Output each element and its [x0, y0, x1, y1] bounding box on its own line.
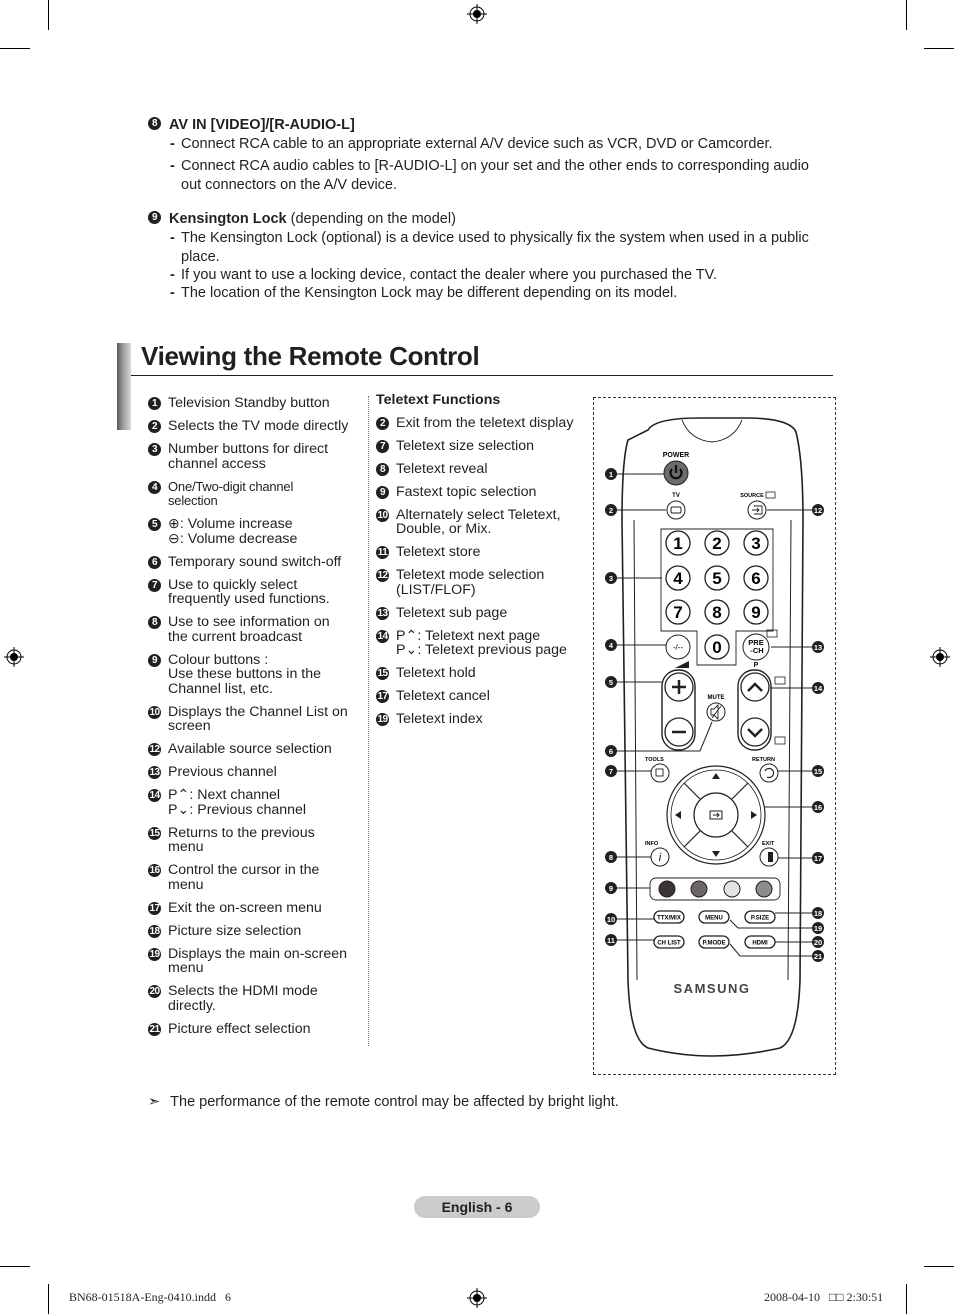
callout-label: 16	[814, 803, 822, 812]
note: ➣ The performance of the remote control …	[148, 1094, 619, 1110]
color-button[interactable]	[723, 880, 741, 898]
tv-button[interactable]	[666, 500, 686, 520]
power-label: POWER	[663, 452, 689, 459]
callout-label: 14	[814, 684, 823, 693]
pmode-label: P.MODE	[703, 941, 726, 947]
callout-label: 12	[814, 506, 822, 515]
source-label: SOURCE	[740, 493, 764, 499]
callout-label: 7	[609, 767, 613, 776]
ttx-label: TTX/MIX	[657, 916, 681, 922]
exit-label: EXIT	[762, 841, 775, 847]
digit-label: 0	[712, 638, 721, 657]
callout-label: 17	[814, 854, 822, 863]
callout-label: 5	[609, 678, 613, 687]
hdmi-label: HDMI	[752, 941, 768, 947]
tv-label: TV	[672, 493, 680, 499]
callout-label: 13	[814, 643, 822, 652]
callout-label: 1	[609, 470, 613, 479]
info-label: INFO	[645, 841, 659, 847]
footer-filename: BN68-01518A-Eng-0410.indd 6	[69, 1290, 231, 1304]
remote-control-illustration: 123456789101112131415161718192021 POWER …	[605, 417, 824, 1057]
digit-label: 1	[673, 534, 682, 553]
psize-label: P.SIZE	[751, 916, 769, 922]
channel-up-button[interactable]	[740, 672, 770, 702]
tools-button[interactable]	[650, 763, 670, 783]
pre-ch-label-2: -CH	[750, 646, 763, 655]
note-text: The performance of the remote control ma…	[170, 1094, 619, 1110]
tools-label: TOOLS	[645, 757, 664, 763]
digit-label: 5	[712, 569, 721, 588]
samsung-logo: SAMSUNG	[674, 981, 751, 996]
callout-label: 6	[609, 747, 613, 756]
callout-label: 8	[609, 853, 613, 862]
callout-label: 15	[814, 767, 822, 776]
digit-label: 7	[673, 603, 682, 622]
color-button[interactable]	[755, 880, 773, 898]
callout-label: 18	[814, 909, 822, 918]
mute-label: MUTE	[708, 695, 725, 701]
callout-label: 20	[814, 938, 822, 947]
channel-label: P	[754, 662, 759, 669]
digit-label: 6	[751, 569, 760, 588]
digit-label: 3	[751, 534, 760, 553]
color-button[interactable]	[690, 880, 708, 898]
callout-label: 10	[607, 915, 615, 924]
callout-label: 9	[609, 884, 613, 893]
page-number-badge: English - 6	[414, 1196, 540, 1218]
menu-label: MENU	[705, 916, 723, 922]
return-button[interactable]	[759, 763, 779, 783]
callout-label: 21	[814, 952, 822, 961]
footer-timestamp: 2008-04-10 □□ 2:30:51	[764, 1290, 884, 1304]
callout-label: 19	[814, 924, 822, 933]
color-button[interactable]	[658, 880, 676, 898]
digit-label: 2	[712, 534, 721, 553]
digit-select-label: -/--	[673, 643, 684, 652]
digit-label: 8	[712, 603, 721, 622]
return-label: RETURN	[752, 757, 775, 763]
digit-label: 9	[751, 603, 760, 622]
arrow-note-icon: ➣	[148, 1094, 161, 1110]
channel-down-button[interactable]	[740, 717, 770, 747]
callout-label: 11	[607, 936, 615, 945]
digit-label: 4	[673, 569, 683, 588]
callout-label: 2	[609, 506, 613, 515]
chlist-label: CH LIST	[657, 941, 681, 947]
exit-icon	[768, 852, 773, 862]
callout-label: 3	[609, 574, 613, 583]
